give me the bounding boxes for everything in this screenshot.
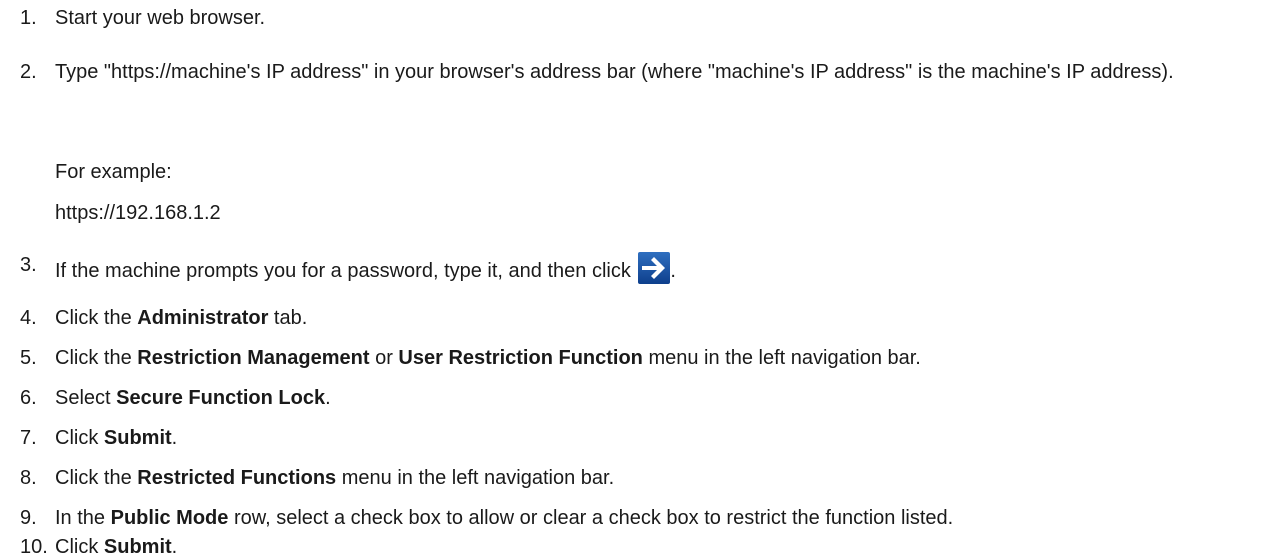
step-number: 10.: [20, 536, 48, 558]
step-text: .: [325, 387, 331, 409]
ui-term: Submit: [103, 536, 172, 558]
step-text: tab.: [268, 307, 308, 329]
step-text: Click the: [55, 347, 138, 369]
step-number: 9.: [20, 507, 37, 529]
step-text: menu in the left navigation bar.: [642, 347, 921, 369]
step-number: 6.: [20, 387, 37, 409]
ui-term: Administrator: [137, 307, 269, 329]
example-url: https://192.168.1.2: [55, 202, 221, 224]
ui-term: Public Mode: [110, 507, 229, 529]
ui-term: Restriction Management: [137, 347, 370, 369]
arrow-right-icon[interactable]: [638, 252, 671, 284]
ui-term: User Restriction Function: [398, 347, 643, 369]
step-text: Start your web browser.: [55, 7, 266, 29]
step-number: 4.: [20, 307, 37, 329]
step-text-before: If the machine prompts you for a passwor…: [55, 260, 637, 282]
ui-term: Restricted Functions: [137, 467, 337, 489]
step-text: or: [369, 347, 399, 369]
step-text: Select: [55, 387, 117, 409]
step-text: .: [171, 536, 178, 558]
step-text: If the machine prompts you for a passwor…: [55, 252, 1265, 284]
step-text-after: .: [670, 260, 676, 282]
step-number: 8.: [20, 467, 37, 489]
step-text: Click: [55, 536, 104, 558]
step-text: .: [171, 427, 178, 449]
step-number: 3.: [20, 254, 37, 276]
ui-term: Submit: [103, 427, 172, 449]
step-text: row, select a check box to allow or clea…: [228, 507, 954, 529]
step-text: menu in the left navigation bar.: [336, 467, 615, 489]
step-text: Click the: [55, 307, 138, 329]
step-number: 5.: [20, 347, 37, 369]
example-label: For example:: [55, 161, 172, 183]
step-text: In the: [55, 507, 111, 529]
step-text: Click: [55, 427, 104, 449]
step-number: 2.: [20, 61, 37, 83]
step-text: Click the: [55, 467, 138, 489]
step-text: Type "https://machine's IP address" in y…: [55, 61, 1174, 83]
ui-term: Secure Function Lock: [116, 387, 326, 409]
step-number: 7.: [20, 427, 37, 449]
step-number: 1.: [20, 7, 37, 29]
